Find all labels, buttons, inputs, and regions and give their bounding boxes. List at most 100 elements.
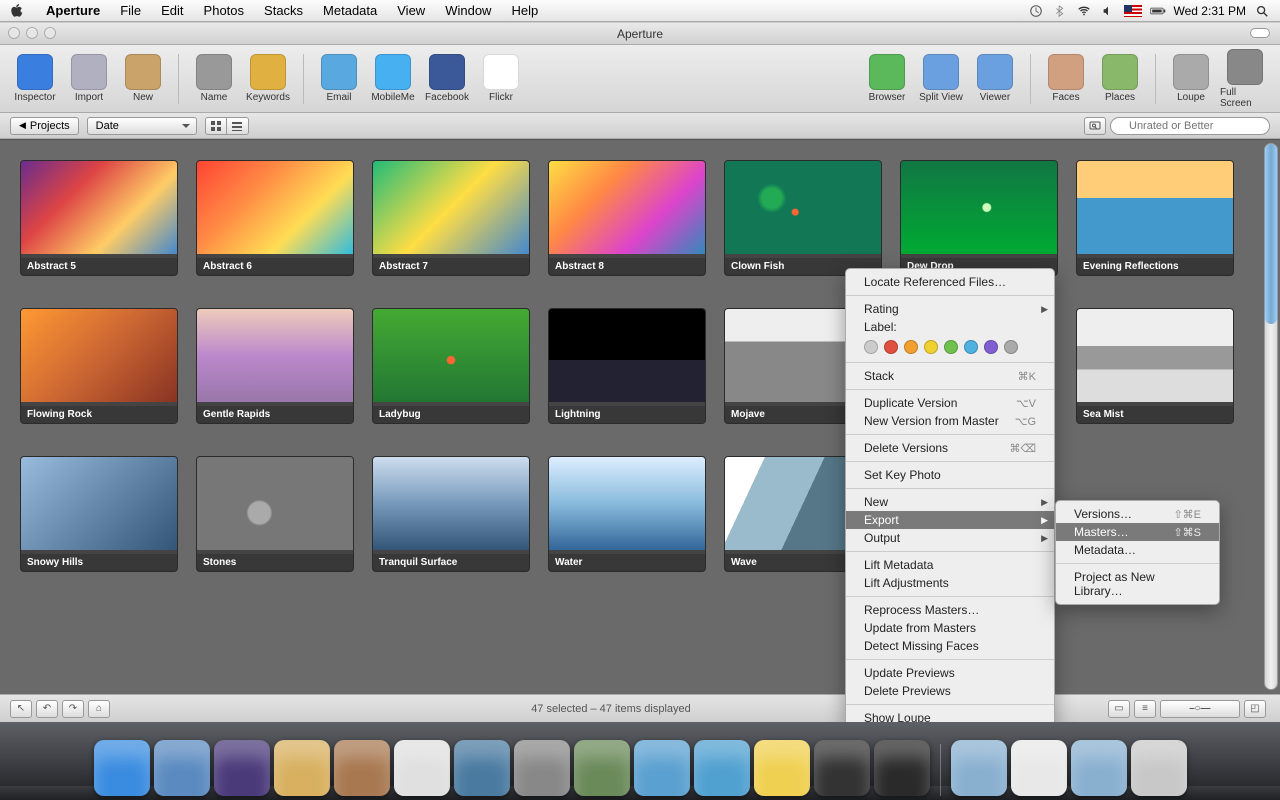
ctx-delete-previews[interactable]: Delete Previews — [846, 682, 1054, 700]
dock-eclipse[interactable] — [214, 740, 270, 796]
dock-preview[interactable] — [454, 740, 510, 796]
spotlight-icon[interactable] — [1254, 4, 1270, 18]
apple-icon[interactable] — [10, 4, 24, 18]
label-color[interactable] — [904, 340, 918, 354]
bluetooth-icon[interactable] — [1052, 4, 1068, 18]
battery-icon[interactable] — [1150, 4, 1166, 18]
toolbar-places[interactable]: Places — [1095, 54, 1145, 103]
toolbar-viewer[interactable]: Viewer — [970, 54, 1020, 103]
menu-edit[interactable]: Edit — [151, 3, 193, 18]
toolbar-toggle-button[interactable] — [1250, 28, 1270, 38]
ctx-detect-faces[interactable]: Detect Missing Faces — [846, 637, 1054, 655]
viewer-mode-button[interactable]: ▭ — [1108, 700, 1130, 718]
ctx-update-previews[interactable]: Update Previews — [846, 664, 1054, 682]
toolbar-keywords[interactable]: Keywords — [243, 54, 293, 103]
ctx-new-version[interactable]: New Version from Master⌥G — [846, 412, 1054, 430]
dock-appstore[interactable] — [154, 740, 210, 796]
thumbnail[interactable]: Abstract 5 — [20, 160, 178, 276]
dock-safari[interactable] — [634, 740, 690, 796]
dock-chrome[interactable] — [754, 740, 810, 796]
rotate-cw-button[interactable]: ↷ — [62, 700, 84, 718]
ctx-stack[interactable]: Stack⌘K — [846, 367, 1054, 385]
thumbnail[interactable]: Dew Drop — [900, 160, 1058, 276]
ctx-lift-metadata[interactable]: Lift Metadata — [846, 556, 1054, 574]
toolbar-faces[interactable]: Faces — [1041, 54, 1091, 103]
menu-help[interactable]: Help — [501, 3, 548, 18]
thumbnail[interactable]: Gentle Rapids — [196, 308, 354, 424]
export-project[interactable]: Project as New Library… — [1056, 568, 1219, 600]
metadata-overlay-button[interactable]: ≡ — [1134, 700, 1156, 718]
thumbnail[interactable]: Stones — [196, 456, 354, 572]
thumbnail[interactable]: Tranquil Surface — [372, 456, 530, 572]
grid-view-button[interactable] — [205, 117, 227, 135]
ctx-locate[interactable]: Locate Referenced Files… — [846, 273, 1054, 291]
sort-select[interactable]: Date — [87, 117, 197, 135]
label-color[interactable] — [924, 340, 938, 354]
toolbar-browser[interactable]: Browser — [862, 54, 912, 103]
wifi-icon[interactable] — [1076, 4, 1092, 18]
dock-folder[interactable] — [951, 740, 1007, 796]
ctx-label-colors[interactable] — [846, 336, 1054, 358]
ctx-new[interactable]: New — [846, 493, 1054, 511]
menu-stacks[interactable]: Stacks — [254, 3, 313, 18]
menu-metadata[interactable]: Metadata — [313, 3, 387, 18]
fullscreen-button[interactable]: ◰ — [1244, 700, 1266, 718]
toolbar-facebook[interactable]: Facebook — [422, 54, 472, 103]
ctx-key-photo[interactable]: Set Key Photo — [846, 466, 1054, 484]
thumbnail[interactable]: Lightning — [548, 308, 706, 424]
scrollbar[interactable] — [1264, 143, 1278, 690]
ctx-update-masters[interactable]: Update from Masters — [846, 619, 1054, 637]
pointer-tool-button[interactable]: ↖ — [10, 700, 32, 718]
dock-documents[interactable] — [1011, 740, 1067, 796]
toolbar-loupe[interactable]: Loupe — [1166, 54, 1216, 103]
label-color[interactable] — [944, 340, 958, 354]
toolbar-full-screen[interactable]: Full Screen — [1220, 49, 1270, 109]
dock-finder[interactable] — [94, 740, 150, 796]
filter-hud-button[interactable] — [1084, 117, 1106, 135]
label-color[interactable] — [964, 340, 978, 354]
toolbar-new[interactable]: New — [118, 54, 168, 103]
tag-tool-button[interactable]: ⌂ — [88, 700, 110, 718]
toolbar-split-view[interactable]: Split View — [916, 54, 966, 103]
ctx-lift-adjustments[interactable]: Lift Adjustments — [846, 574, 1054, 592]
thumbnail[interactable]: Abstract 8 — [548, 160, 706, 276]
label-color[interactable] — [984, 340, 998, 354]
thumbnail[interactable]: Abstract 6 — [196, 160, 354, 276]
ctx-output[interactable]: Output — [846, 529, 1054, 547]
menu-app[interactable]: Aperture — [36, 3, 110, 18]
thumbnail[interactable]: Flowing Rock — [20, 308, 178, 424]
thumbnail[interactable]: Sea Mist — [1076, 308, 1234, 424]
dock-xcode[interactable] — [694, 740, 750, 796]
toolbar-flickr[interactable]: Flickr — [476, 54, 526, 103]
menu-window[interactable]: Window — [435, 3, 501, 18]
menu-view[interactable]: View — [387, 3, 435, 18]
export-metadata[interactable]: Metadata… — [1056, 541, 1219, 559]
dock-terminal[interactable] — [814, 740, 870, 796]
thumbnail[interactable]: Ladybug — [372, 308, 530, 424]
list-view-button[interactable] — [227, 117, 249, 135]
dock-ical[interactable] — [394, 740, 450, 796]
ctx-reprocess[interactable]: Reprocess Masters… — [846, 601, 1054, 619]
toolbar-import[interactable]: Import — [64, 54, 114, 103]
search-input[interactable] — [1110, 117, 1270, 135]
volume-icon[interactable] — [1100, 4, 1116, 18]
minimize-button[interactable] — [26, 27, 38, 39]
thumbnail[interactable]: Abstract 7 — [372, 160, 530, 276]
toolbar-name[interactable]: Name — [189, 54, 239, 103]
menu-file[interactable]: File — [110, 3, 151, 18]
dock-sysprefs[interactable] — [514, 740, 570, 796]
ctx-export[interactable]: Export — [846, 511, 1054, 529]
thumbnail-size-slider[interactable]: ⎯○⎯⎯ — [1160, 700, 1240, 718]
label-color[interactable] — [1004, 340, 1018, 354]
timemachine-icon[interactable] — [1028, 4, 1044, 18]
ctx-delete[interactable]: Delete Versions⌘⌫ — [846, 439, 1054, 457]
toolbar-mobileme[interactable]: MobileMe — [368, 54, 418, 103]
dock-contacts[interactable] — [334, 740, 390, 796]
toolbar-inspector[interactable]: Inspector — [10, 54, 60, 103]
thumbnail[interactable]: Clown Fish — [724, 160, 882, 276]
dock-trash[interactable] — [1131, 740, 1187, 796]
toolbar-email[interactable]: Email — [314, 54, 364, 103]
ctx-rating[interactable]: Rating — [846, 300, 1054, 318]
dock-timemachine[interactable] — [574, 740, 630, 796]
rotate-ccw-button[interactable]: ↶ — [36, 700, 58, 718]
